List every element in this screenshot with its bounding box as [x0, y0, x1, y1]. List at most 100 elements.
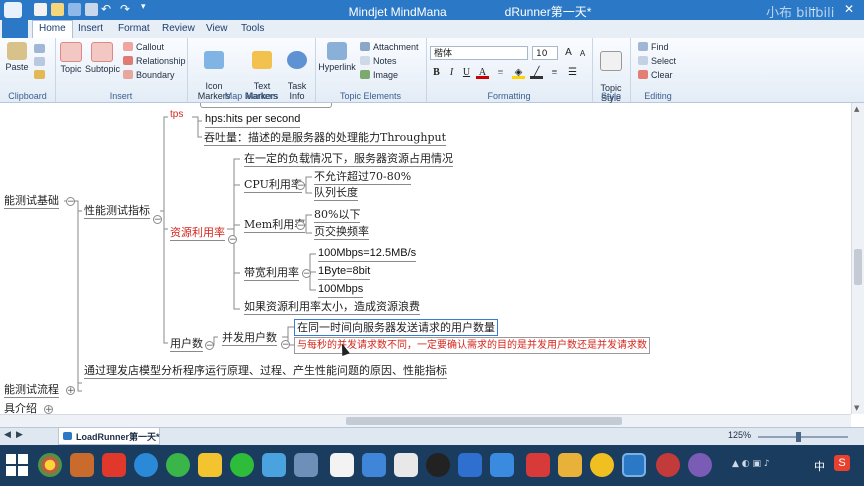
- collapse-toggle[interactable]: −: [302, 269, 311, 279]
- tab-tools[interactable]: Tools: [241, 23, 264, 34]
- grow-font-icon[interactable]: A: [562, 46, 575, 59]
- ie-icon[interactable]: [134, 453, 158, 477]
- topic-throughput[interactable]: 吞吐量：描述的是服务器的处理能力Throughput: [204, 130, 447, 146]
- font-size-select[interactable]: 10: [532, 46, 558, 60]
- topic-mem-limit[interactable]: 80%以下: [314, 207, 361, 223]
- app-icon-blue[interactable]: [262, 453, 286, 477]
- topic-perf-test-basics[interactable]: 能测试基础: [4, 193, 59, 209]
- cut-icon[interactable]: [34, 44, 45, 53]
- topic-hps[interactable]: hps:hits per second: [205, 112, 301, 128]
- vertical-scrollbar[interactable]: ▲ ▼: [851, 103, 864, 414]
- collapse-toggle[interactable]: −: [66, 197, 75, 207]
- print-icon[interactable]: [85, 3, 98, 16]
- close-button[interactable]: ✕: [836, 2, 862, 16]
- topic-cpu[interactable]: CPU利用率: [244, 177, 302, 193]
- app-logo-icon[interactable]: [4, 2, 22, 18]
- format-painter-icon[interactable]: [34, 70, 45, 79]
- italic-button[interactable]: I: [445, 66, 458, 79]
- topic-mem-swap[interactable]: 页交换频率: [314, 224, 369, 240]
- home-icon[interactable]: [330, 453, 354, 477]
- expand-toggle[interactable]: +: [44, 405, 53, 414]
- topic-load-description[interactable]: 在一定的负载情况下，服务器资源占用情况: [244, 151, 453, 167]
- topic-resource-utilization[interactable]: 资源利用率: [170, 225, 225, 241]
- qq-icon[interactable]: [426, 453, 450, 477]
- app-icon-tools[interactable]: [70, 453, 94, 477]
- app-icon-purple[interactable]: [688, 453, 712, 477]
- collapse-toggle[interactable]: −: [153, 215, 162, 225]
- copy-icon[interactable]: [34, 57, 45, 66]
- align-icon[interactable]: ≡: [548, 66, 561, 79]
- chrome-icon[interactable]: [38, 453, 62, 477]
- map-canvas[interactable]: 能测试基础 − 性能测试指标 − tps hps:hits per second…: [0, 103, 851, 414]
- topic-bandwidth-2[interactable]: 1Byte=8bit: [318, 264, 371, 280]
- topic-bandwidth-1[interactable]: 100Mbps=12.5MB/s: [318, 246, 417, 262]
- topic-bandwidth-3[interactable]: 100Mbps: [318, 282, 364, 298]
- redo-icon[interactable]: ↷: [120, 2, 133, 16]
- collapse-toggle[interactable]: −: [296, 221, 305, 231]
- underline-button[interactable]: U: [460, 66, 473, 79]
- topic-barber-model[interactable]: 通过理发店模型分析程序运行原理、过程、产生性能问题的原因、性能指标: [84, 363, 447, 379]
- text-style-icon[interactable]: ≡: [494, 66, 507, 79]
- save-icon[interactable]: [68, 3, 81, 16]
- paste-button[interactable]: Paste: [4, 42, 30, 72]
- clear-button[interactable]: Clear: [638, 70, 673, 80]
- select-button[interactable]: Select: [638, 56, 676, 66]
- tab-insert[interactable]: Insert: [78, 23, 103, 34]
- font-family-select[interactable]: 楷体: [430, 46, 528, 60]
- callout-button[interactable]: Callout: [123, 42, 164, 52]
- document-tab[interactable]: LoadRunner第一天*: [58, 428, 160, 445]
- topic-perf-metrics[interactable]: 性能测试指标: [84, 203, 150, 219]
- topic-concurrent-definition[interactable]: 在同一时间向服务器发送请求的用户数量: [294, 319, 498, 336]
- topic-users[interactable]: 用户数: [170, 336, 203, 352]
- app-icon-pen[interactable]: [490, 453, 514, 477]
- topic-bandwidth[interactable]: 带宽利用率: [244, 265, 299, 281]
- zoom-slider[interactable]: [758, 432, 848, 442]
- collapse-toggle[interactable]: −: [228, 235, 237, 245]
- undo-icon[interactable]: ↶: [101, 2, 114, 16]
- notes-button[interactable]: Notes: [360, 56, 397, 66]
- start-button[interactable]: [6, 454, 28, 476]
- boundary-button[interactable]: Boundary: [123, 70, 175, 80]
- topic-concurrent-users[interactable]: 并发用户数: [222, 330, 277, 346]
- scroll-down-icon[interactable]: ▼: [854, 404, 859, 412]
- app-icon-note[interactable]: [458, 453, 482, 477]
- collapse-toggle[interactable]: −: [296, 181, 305, 191]
- attachment-button[interactable]: Attachment: [360, 42, 419, 52]
- hyperlink-button[interactable]: Hyperlink: [318, 42, 356, 72]
- horizontal-scroll-thumb[interactable]: [346, 417, 622, 425]
- minimize-button[interactable]: –: [800, 2, 826, 16]
- tab-review[interactable]: Review: [162, 23, 195, 34]
- open-icon[interactable]: [51, 3, 64, 16]
- relationship-button[interactable]: Relationship: [123, 56, 186, 66]
- new-icon[interactable]: [34, 3, 47, 16]
- collapse-toggle[interactable]: −: [205, 341, 214, 351]
- app-icon-rec[interactable]: [656, 453, 680, 477]
- collapse-toggle[interactable]: −: [281, 340, 290, 350]
- tab-home[interactable]: Home: [32, 20, 73, 38]
- ime-icon[interactable]: S: [834, 455, 850, 471]
- folder-icon[interactable]: [198, 453, 222, 477]
- file-menu-button[interactable]: [2, 20, 28, 38]
- customize-quick-access-icon[interactable]: ▾: [141, 2, 154, 15]
- vertical-scroll-thumb[interactable]: [854, 249, 862, 285]
- line-color-icon[interactable]: ╱: [530, 66, 543, 79]
- app-icon-x[interactable]: [526, 453, 550, 477]
- subtopic-button[interactable]: Subtopic: [85, 42, 120, 74]
- tab-view[interactable]: View: [206, 23, 228, 34]
- topic-button[interactable]: Topic: [57, 42, 85, 74]
- horizontal-scrollbar[interactable]: [0, 414, 851, 428]
- wechat-icon[interactable]: [230, 453, 254, 477]
- scroll-up-icon[interactable]: ▲: [854, 105, 859, 113]
- fill-color-icon[interactable]: ◈: [512, 66, 525, 79]
- line-spacing-icon[interactable]: ☰: [566, 66, 579, 79]
- shrink-font-icon[interactable]: A: [576, 47, 589, 60]
- expand-toggle[interactable]: +: [66, 386, 75, 396]
- font-color-icon[interactable]: A: [476, 66, 489, 79]
- browser-green-icon[interactable]: [166, 453, 190, 477]
- tab-scroll-right-icon[interactable]: ▶: [16, 430, 23, 440]
- topic-resource-waste[interactable]: 如果资源利用率太小，造成资源浪费: [244, 299, 420, 315]
- app-icon-tool[interactable]: [394, 453, 418, 477]
- tray-icons[interactable]: ▲ ◐ ▣ ♪: [732, 459, 770, 469]
- bold-button[interactable]: B: [430, 66, 443, 79]
- app-icon-window[interactable]: [362, 453, 386, 477]
